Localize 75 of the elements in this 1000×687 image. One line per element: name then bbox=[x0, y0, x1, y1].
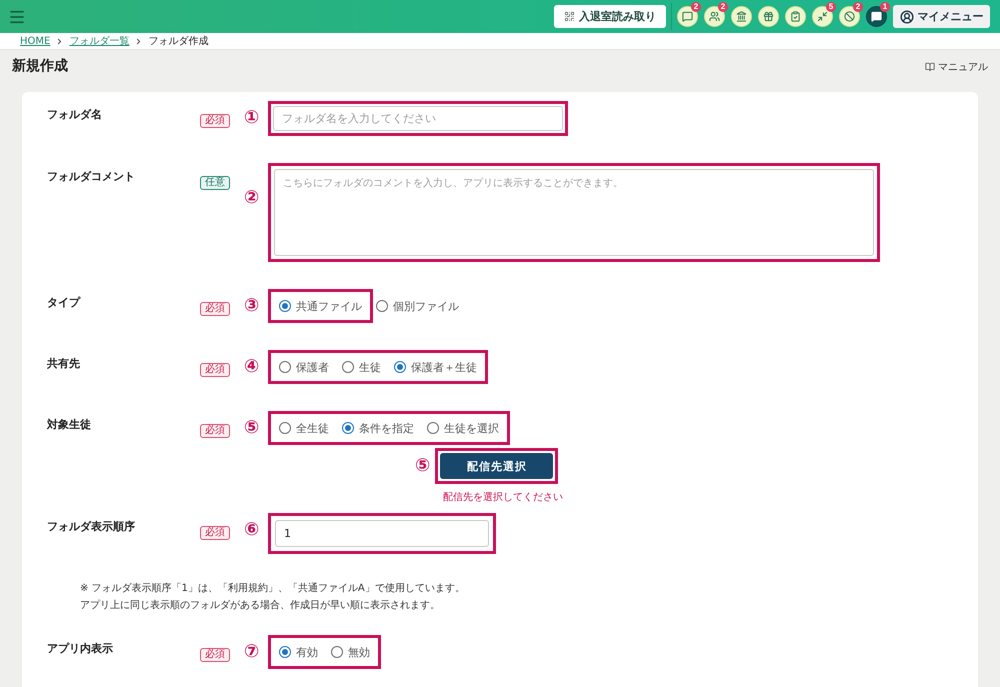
radio-button[interactable] bbox=[427, 422, 439, 434]
checklist-icon bbox=[790, 11, 801, 22]
book-icon bbox=[925, 62, 935, 72]
count-badge: 2 bbox=[691, 2, 701, 12]
radio-button[interactable] bbox=[394, 361, 406, 373]
requirement-tag: 任意 bbox=[200, 176, 230, 190]
requirement-tag: 必須 bbox=[200, 424, 230, 438]
field-label: フォルダコメント bbox=[47, 169, 136, 185]
ban-icon bbox=[844, 11, 855, 22]
option-label: 共通ファイル bbox=[296, 298, 362, 314]
select-recipients-button[interactable]: 配信先選択 bbox=[440, 453, 554, 479]
manual-link[interactable]: マニュアル bbox=[925, 60, 988, 74]
step-marker: ④ bbox=[244, 356, 260, 378]
field-label: フォルダ表示順序 bbox=[47, 519, 136, 535]
breadcrumb-current: フォルダ作成 bbox=[148, 34, 208, 48]
breadcrumb-link[interactable]: フォルダ一覧 bbox=[69, 34, 130, 48]
page-title: 新規作成 bbox=[12, 56, 68, 76]
radio-button[interactable] bbox=[279, 300, 291, 312]
radio-button[interactable] bbox=[342, 422, 354, 434]
radio-button[interactable] bbox=[342, 361, 354, 373]
radio-button[interactable] bbox=[279, 422, 291, 434]
option-label: 個別ファイル bbox=[393, 298, 459, 314]
field-label: フォルダ名 bbox=[47, 107, 103, 123]
requirement-tag: 必須 bbox=[200, 526, 230, 540]
header-icon-button[interactable] bbox=[785, 6, 806, 27]
requirement-tag: 必須 bbox=[200, 302, 230, 316]
step-marker: ⑤ bbox=[415, 455, 430, 477]
note-text: ※ フォルダ表示順序「1」は、「利用規約」、「共通ファイルA」で使用しています。 bbox=[80, 582, 466, 596]
number-field[interactable]: 1 bbox=[275, 520, 489, 547]
count-badge: 5 bbox=[826, 2, 836, 12]
step-marker: ② bbox=[244, 187, 260, 209]
requirement-tag: 必須 bbox=[200, 363, 230, 377]
gift-icon bbox=[763, 11, 774, 22]
requirement-tag: 必須 bbox=[200, 114, 230, 128]
field-label: アプリ内表示 bbox=[47, 641, 114, 657]
step-marker: ③ bbox=[244, 295, 260, 317]
option-label: 保護者 bbox=[296, 360, 329, 374]
bank-icon bbox=[736, 11, 747, 22]
my-menu-button[interactable]: マイメニュー bbox=[893, 5, 990, 28]
text-field[interactable]: フォルダ名を入力してください bbox=[273, 106, 563, 131]
header-icon-button[interactable] bbox=[731, 6, 752, 27]
chat-icon bbox=[682, 11, 693, 22]
field-label: 対象生徒 bbox=[47, 417, 92, 433]
field-label: 共有先 bbox=[47, 356, 81, 372]
count-badge: 1 bbox=[880, 2, 890, 12]
qr-code-icon bbox=[564, 11, 575, 22]
radio-button[interactable] bbox=[331, 646, 343, 658]
inward-arrows-icon bbox=[817, 11, 828, 22]
people-icon bbox=[709, 11, 720, 22]
count-badge: 2 bbox=[853, 2, 863, 12]
option-label: 条件を指定 bbox=[359, 420, 414, 436]
radio-button[interactable] bbox=[376, 300, 388, 312]
radio-button[interactable] bbox=[279, 646, 291, 658]
user-icon bbox=[900, 10, 914, 24]
step-marker: ⑤ bbox=[244, 417, 260, 439]
step-marker: ① bbox=[244, 107, 260, 129]
option-label: 無効 bbox=[348, 644, 370, 660]
note-text: アプリ上に同じ表示順のフォルダがある場合、作成日が早い順に表示されます。 bbox=[80, 598, 441, 613]
option-label: 生徒 bbox=[359, 360, 381, 374]
step-marker: ⑦ bbox=[244, 641, 260, 663]
count-badge: 2 bbox=[718, 2, 728, 12]
error-message: 配信先を選択してください bbox=[443, 490, 563, 504]
chat-icon bbox=[871, 11, 882, 22]
requirement-tag: 必須 bbox=[200, 648, 230, 662]
option-label: 生徒を選択 bbox=[444, 420, 499, 436]
step-marker: ⑥ bbox=[244, 519, 260, 541]
option-label: 有効 bbox=[296, 644, 318, 660]
breadcrumb-link[interactable]: HOME bbox=[20, 36, 50, 46]
radio-button[interactable] bbox=[279, 361, 291, 373]
option-label: 全生徒 bbox=[296, 420, 329, 436]
field-label: タイプ bbox=[47, 295, 82, 311]
header-icon-button[interactable] bbox=[758, 6, 779, 27]
option-label: 保護者＋生徒 bbox=[411, 360, 477, 374]
comment-field[interactable]: こちらにフォルダのコメントを入力し、アプリに表示することができます。 bbox=[274, 169, 874, 256]
scan-button[interactable]: 入退室読み取り bbox=[554, 5, 666, 28]
